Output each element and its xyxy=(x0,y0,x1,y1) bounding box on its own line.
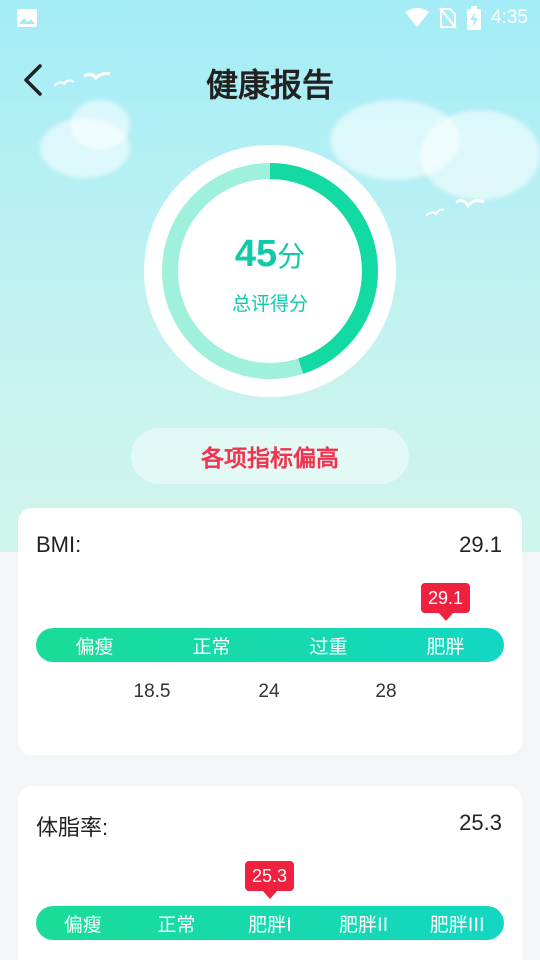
body-fat-marker: 25.3 xyxy=(245,861,295,899)
no-sim-icon xyxy=(439,7,457,29)
bmi-threshold: 18.5 xyxy=(133,681,171,702)
status-time: 4:35 xyxy=(491,7,528,28)
bmi-category: 肥胖 xyxy=(426,635,465,658)
bmi-scale-bar: 偏瘦 正常 过重 肥胖 xyxy=(36,628,504,662)
bmi-category: 正常 xyxy=(192,635,231,658)
body-fat-category: 肥胖III xyxy=(429,913,485,936)
bmi-marker: 29.1 xyxy=(421,583,471,621)
score-display: 45分 xyxy=(142,233,398,276)
bmi-category: 过重 xyxy=(309,635,348,658)
verdict-badge: 各项指标偏高 xyxy=(131,428,409,484)
score-value: 45 xyxy=(234,233,278,275)
cloud-decoration xyxy=(70,100,130,150)
bmi-value: 29.1 xyxy=(459,532,502,557)
body-fat-label: 体脂率: xyxy=(36,815,109,840)
body-fat-category: 偏瘦 xyxy=(63,913,102,936)
cloud-decoration xyxy=(420,110,540,200)
score-label: 总评得分 xyxy=(231,293,308,315)
score-unit: 分 xyxy=(277,240,306,273)
birds-decoration xyxy=(425,199,485,217)
score-ring: 45分 总评得分 xyxy=(142,143,398,399)
bmi-category: 偏瘦 xyxy=(75,635,114,658)
image-icon xyxy=(17,9,37,27)
birds-decoration xyxy=(53,72,111,87)
bmi-card: BMI: 29.1 29.1 偏瘦 正常 过重 肥胖 18.5 24 28 xyxy=(18,508,522,755)
status-bar: 4:35 xyxy=(0,0,540,36)
bmi-threshold: 28 xyxy=(375,681,397,702)
body-fat-category: 肥胖I xyxy=(248,913,292,936)
body-fat-card: 体脂率: 25.3 25.3 偏瘦 正常 肥胖I 肥胖II 肥胖III xyxy=(18,786,522,960)
body-fat-value: 25.3 xyxy=(459,810,502,835)
wifi-icon xyxy=(405,8,430,27)
body-fat-category: 肥胖II xyxy=(338,913,389,936)
bmi-threshold: 24 xyxy=(258,681,280,702)
body-fat-scale-bar: 偏瘦 正常 肥胖I 肥胖II 肥胖III xyxy=(36,906,504,940)
battery-charging-icon xyxy=(467,6,482,30)
body-fat-category: 正常 xyxy=(157,913,196,936)
bmi-label: BMI: xyxy=(36,532,82,557)
